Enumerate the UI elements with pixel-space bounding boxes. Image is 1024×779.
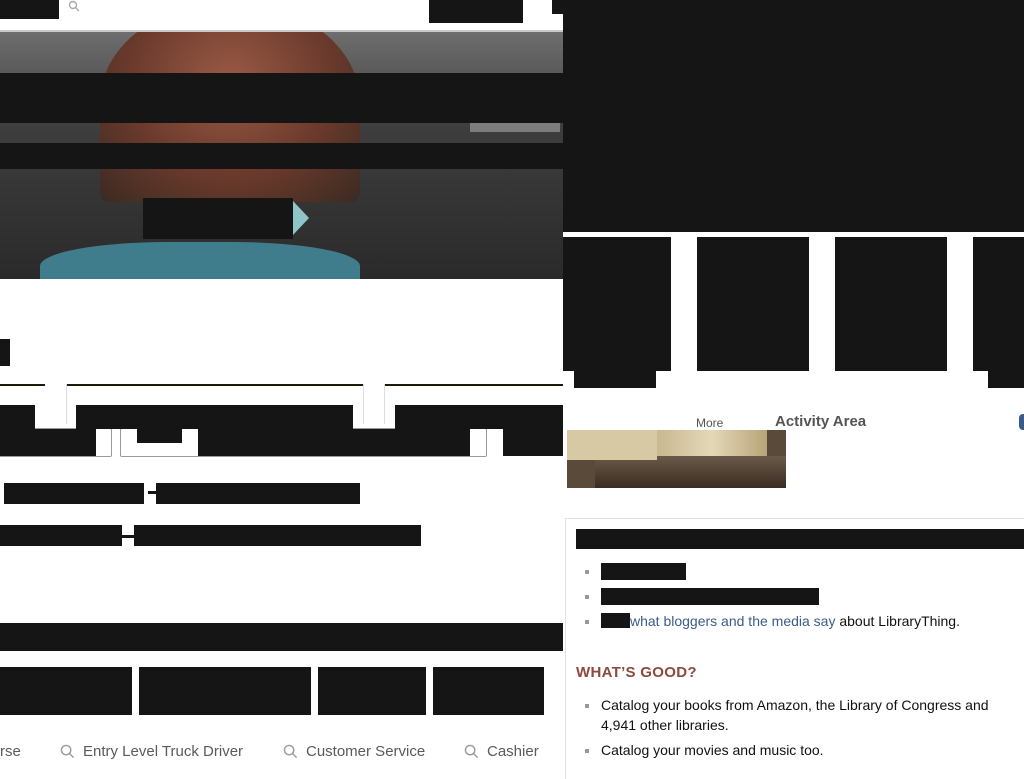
redacted-text bbox=[601, 563, 686, 580]
hero-title-redacted bbox=[0, 73, 563, 123]
info-line-1b bbox=[148, 491, 156, 494]
suggestion-item-2[interactable]: Entry Level Truck Driver bbox=[60, 740, 243, 762]
job-button-2[interactable] bbox=[139, 667, 311, 715]
info-line-2a bbox=[0, 525, 122, 546]
info-line-1c bbox=[156, 483, 360, 504]
hero-subtitle-redacted bbox=[0, 143, 563, 169]
list-item-text: Catalog your movies and music too. bbox=[601, 742, 824, 758]
header-action-button[interactable] bbox=[429, 0, 523, 23]
list-item: Catalog your books from Amazon, the Libr… bbox=[585, 695, 1024, 735]
right-tile-4-caption bbox=[988, 371, 1024, 388]
redacted-text bbox=[601, 588, 819, 605]
suggestion-item-4[interactable]: Cashier bbox=[464, 740, 539, 762]
right-tile-4[interactable] bbox=[973, 237, 1024, 371]
job-button-4[interactable] bbox=[433, 667, 544, 715]
suggestion-label: Customer Service bbox=[306, 742, 426, 760]
suggestion-label: rse bbox=[0, 742, 21, 760]
search-icon bbox=[60, 744, 75, 758]
list-item-suffix: about LibraryThing. bbox=[835, 613, 960, 629]
list-item: what bloggers and the media say about Li… bbox=[585, 611, 960, 631]
suggestion-item-1[interactable]: rse bbox=[0, 740, 21, 762]
tab-label-3[interactable] bbox=[395, 405, 563, 429]
bloggers-media-link[interactable]: what bloggers and the media say bbox=[630, 613, 835, 629]
hero-cta-button[interactable] bbox=[143, 198, 293, 239]
suggestion-label: Cashier bbox=[487, 742, 539, 760]
info-line-1a bbox=[4, 483, 144, 504]
right-tile-1[interactable] bbox=[563, 237, 671, 371]
list-item: Catalog your movies and music too. bbox=[585, 740, 1024, 760]
share-icon[interactable] bbox=[1019, 414, 1024, 430]
chip-label-4 bbox=[503, 429, 563, 456]
book-spine-dark bbox=[595, 456, 786, 488]
tab-divider-2 bbox=[363, 384, 364, 424]
list-item-text: Catalog your books from Amazon, the Libr… bbox=[601, 697, 989, 733]
books-image bbox=[567, 430, 786, 488]
hero-image-shoulder bbox=[40, 242, 360, 279]
right-banner-redacted bbox=[563, 0, 1024, 232]
tab-underline-2 bbox=[66, 384, 363, 386]
job-button-1[interactable] bbox=[0, 667, 132, 715]
search-icon bbox=[283, 744, 298, 758]
tab-underline-1 bbox=[0, 384, 45, 386]
small-marker bbox=[0, 339, 10, 366]
activity-area-heading: Activity Area bbox=[775, 413, 867, 430]
header-right-block bbox=[552, 0, 563, 14]
tab-label-2[interactable] bbox=[76, 405, 353, 429]
right-tile-3[interactable] bbox=[835, 237, 947, 371]
list-item bbox=[585, 586, 960, 606]
search-icon bbox=[464, 744, 479, 758]
tab-label-1[interactable] bbox=[0, 405, 35, 429]
right-tile-1-caption bbox=[574, 371, 656, 388]
tab-divider-3 bbox=[384, 384, 385, 424]
redacted-text bbox=[601, 613, 630, 628]
job-button-3[interactable] bbox=[318, 667, 426, 715]
right-tile-2[interactable] bbox=[697, 237, 809, 371]
chip-label-2 bbox=[137, 429, 182, 443]
whats-good-heading: WHAT’S GOOD? bbox=[576, 664, 697, 681]
top-search-bar bbox=[0, 0, 563, 32]
suggestion-item-3[interactable]: Customer Service bbox=[283, 740, 425, 762]
chip-label-1 bbox=[0, 429, 96, 456]
book-spine-left bbox=[567, 430, 657, 460]
info-line-2b bbox=[122, 535, 134, 538]
search-icon[interactable] bbox=[68, 0, 80, 12]
hero-next-arrow-icon[interactable] bbox=[293, 201, 309, 235]
list-item bbox=[585, 561, 960, 581]
info-panel-title-redacted bbox=[576, 529, 1024, 549]
whats-good-list: Catalog your books from Amazon, the Libr… bbox=[585, 695, 1024, 760]
about-list: what bloggers and the media say about Li… bbox=[585, 561, 960, 631]
more-link[interactable]: More bbox=[696, 416, 723, 430]
tab-underline-3 bbox=[384, 384, 563, 386]
site-logo-block[interactable] bbox=[0, 0, 59, 19]
section-heading-redacted bbox=[0, 623, 563, 651]
chip-label-3 bbox=[198, 429, 470, 456]
suggestion-label: Entry Level Truck Driver bbox=[83, 742, 244, 760]
info-line-2c bbox=[134, 525, 421, 546]
tab-divider-1 bbox=[66, 384, 67, 424]
